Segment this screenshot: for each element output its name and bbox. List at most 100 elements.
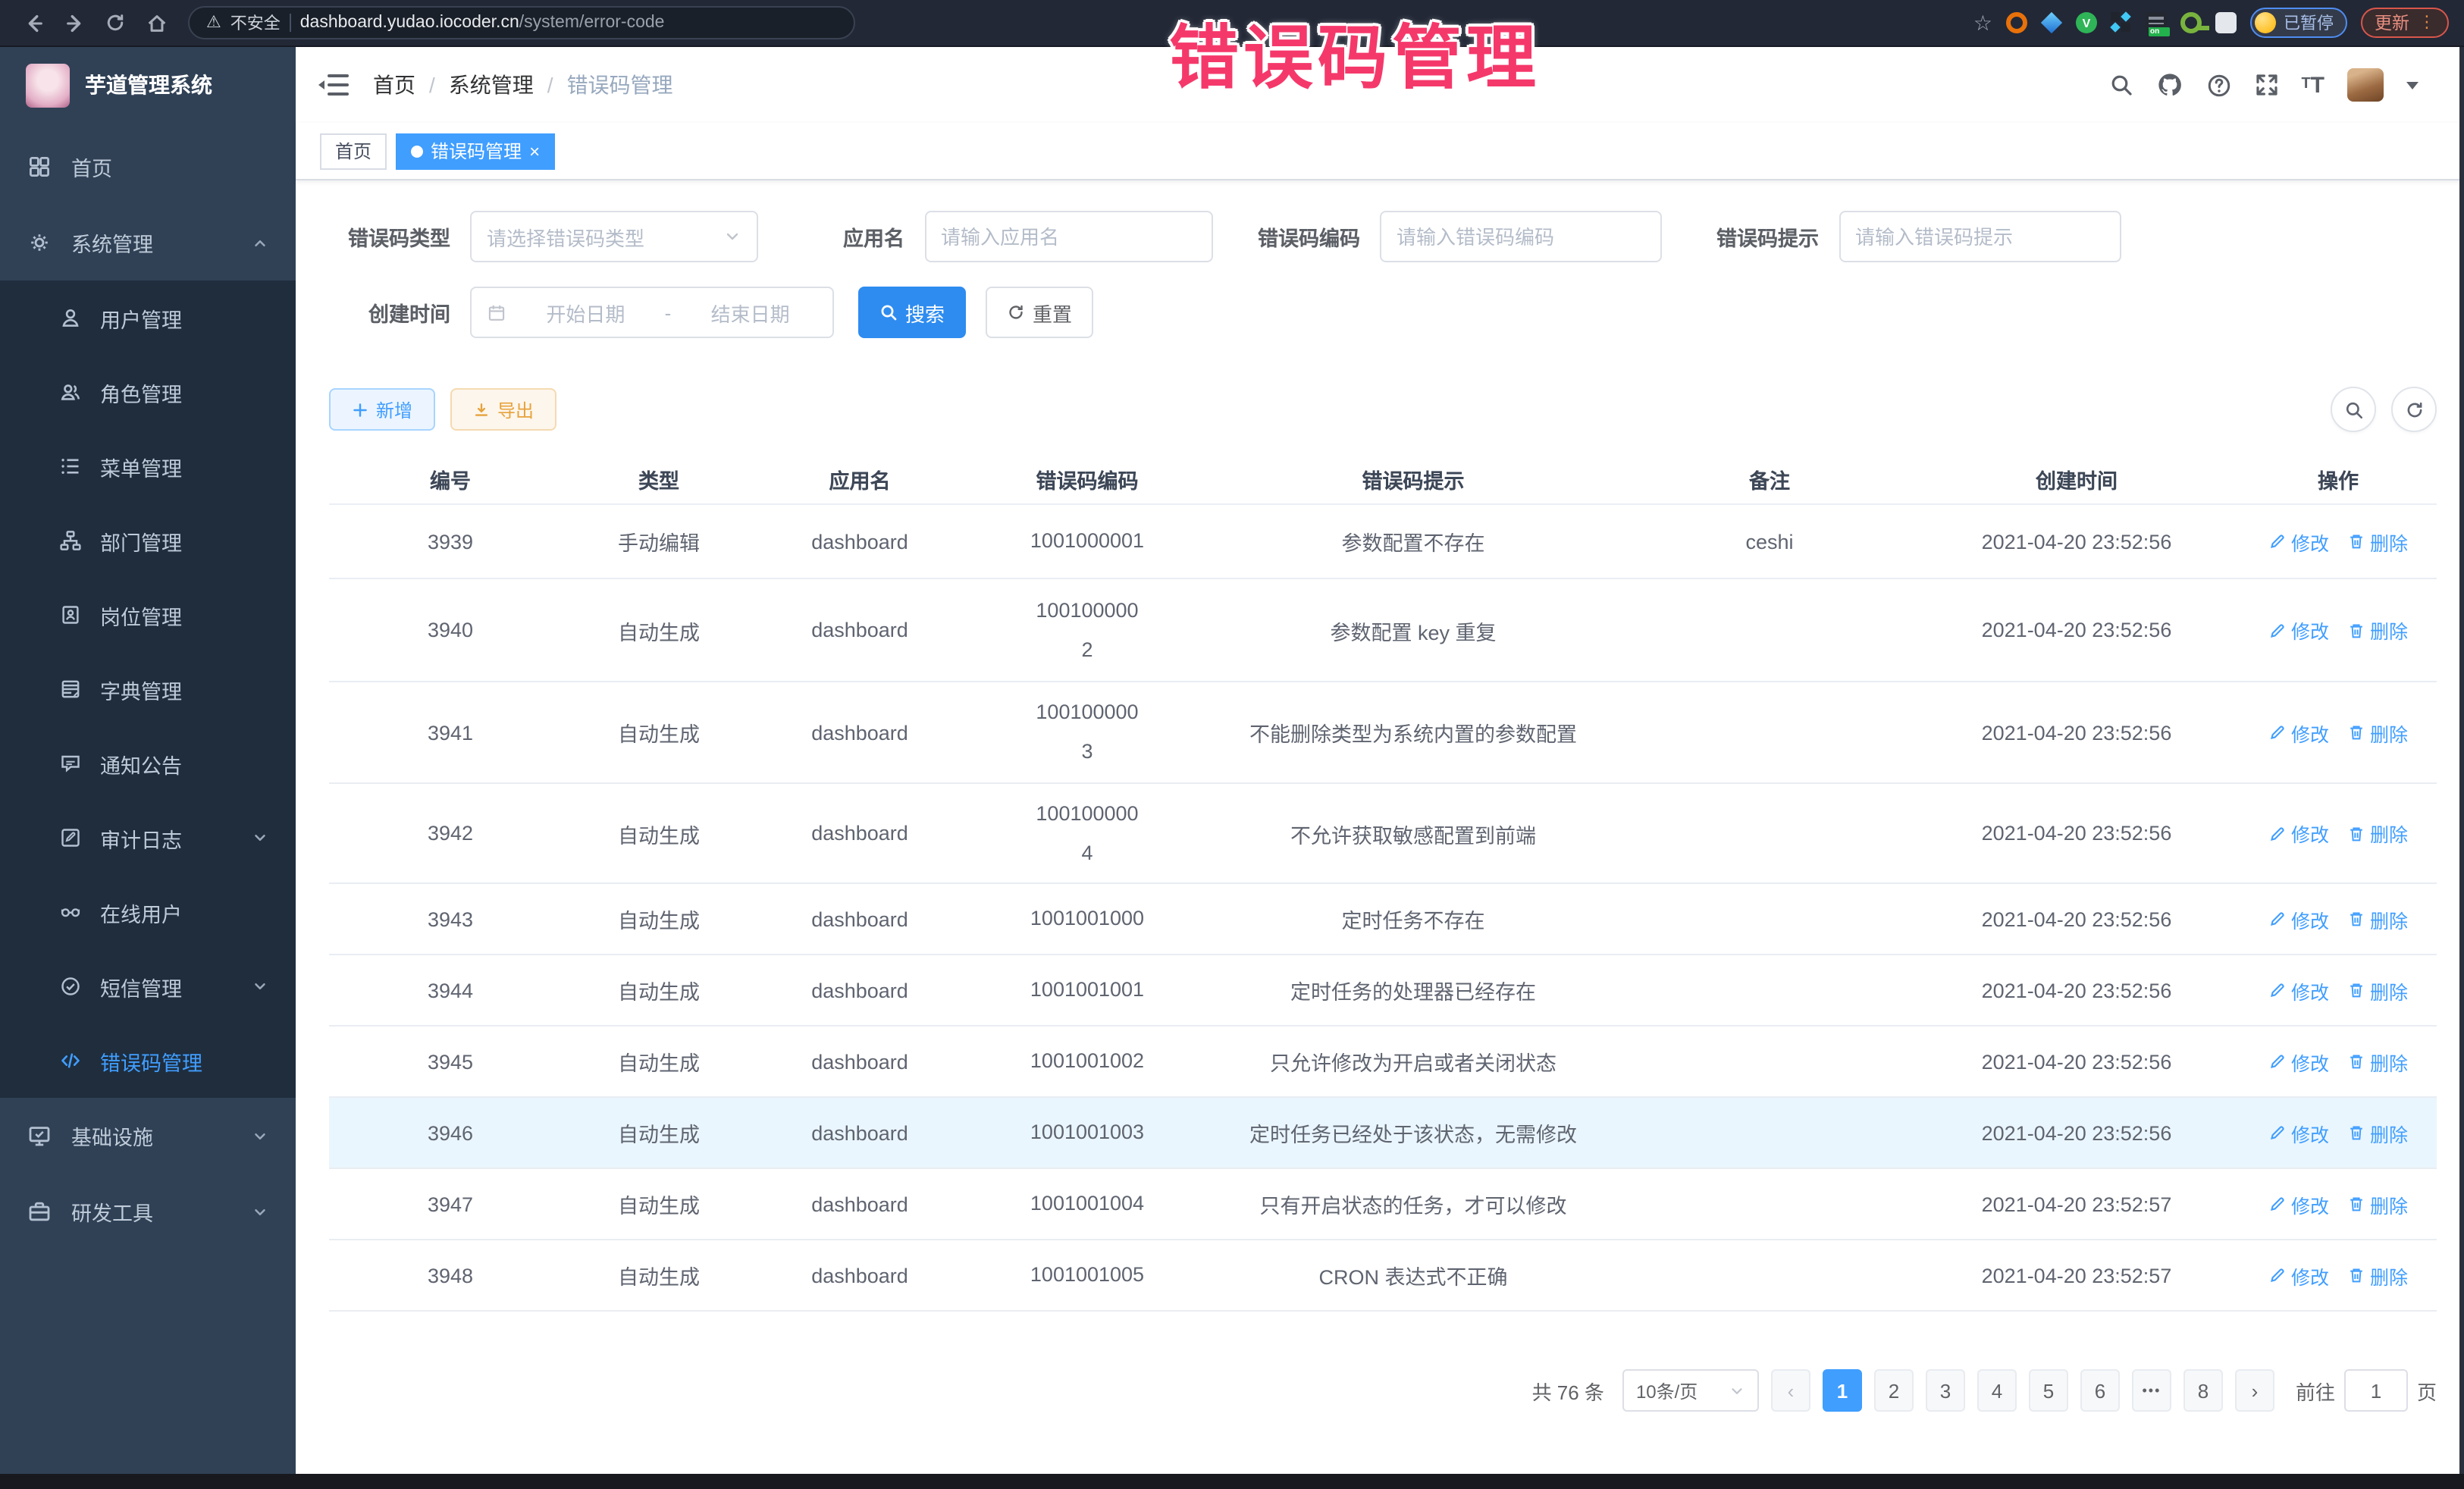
- delete-link[interactable]: 删除: [2347, 976, 2408, 1005]
- app-name-input[interactable]: [924, 211, 1212, 262]
- jump-page-input[interactable]: [2344, 1369, 2408, 1412]
- sidebar-item-infrastructure[interactable]: 基础设施: [0, 1098, 296, 1174]
- edit-link[interactable]: 修改: [2268, 527, 2329, 556]
- sidebar-item-sms[interactable]: 短信管理: [0, 949, 296, 1023]
- github-icon[interactable]: [2155, 71, 2183, 99]
- user-avatar[interactable]: [2347, 68, 2384, 102]
- edit-link[interactable]: 修改: [2268, 1118, 2329, 1147]
- sidebar-item-online-users[interactable]: 在线用户: [0, 875, 296, 949]
- cell-time: 2021-04-20 23:52:56: [1914, 783, 2240, 883]
- page-button-8[interactable]: 8: [2183, 1369, 2223, 1412]
- edit-link[interactable]: 修改: [2268, 616, 2329, 644]
- sidebar-item-users[interactable]: 用户管理: [0, 281, 296, 355]
- page-size-select[interactable]: 10条/页: [1622, 1369, 1759, 1412]
- page-button-6[interactable]: 6: [2080, 1369, 2120, 1412]
- tag-home[interactable]: 首页: [320, 133, 387, 169]
- edit-link[interactable]: 修改: [2268, 976, 2329, 1005]
- reset-button[interactable]: 重置: [986, 287, 1093, 338]
- sidebar-item-roles[interactable]: 角色管理: [0, 355, 296, 429]
- edit-pencil-icon: [2268, 1266, 2287, 1284]
- sidebar-item-notices[interactable]: 通知公告: [0, 726, 296, 801]
- sidebar-item-system[interactable]: 系统管理: [0, 205, 296, 281]
- edit-link[interactable]: 修改: [2268, 1261, 2329, 1290]
- add-button[interactable]: 新增: [329, 388, 435, 431]
- extension-switch-icon[interactable]: on: [2146, 12, 2167, 33]
- show-search-button[interactable]: [2331, 387, 2376, 432]
- page-button-5[interactable]: 5: [2029, 1369, 2068, 1412]
- start-date-placeholder[interactable]: 开始日期: [519, 298, 653, 327]
- page-button-3[interactable]: 3: [1926, 1369, 1965, 1412]
- edit-link[interactable]: 修改: [2268, 904, 2329, 933]
- delete-link[interactable]: 删除: [2347, 527, 2408, 556]
- bookmark-star-icon[interactable]: ☆: [1973, 12, 1992, 33]
- browser-menu-icon[interactable]: ⋮: [2419, 14, 2435, 31]
- sidebar-logo[interactable]: 芋道管理系统: [0, 47, 296, 123]
- refresh-table-button[interactable]: [2391, 387, 2437, 432]
- delete-link[interactable]: 删除: [2347, 1190, 2408, 1218]
- url-text[interactable]: dashboard.yudao.iocoder.cn/system/error-…: [300, 14, 665, 32]
- address-bar[interactable]: ⚠ 不安全 dashboard.yudao.iocoder.cn/system/…: [188, 6, 855, 39]
- extension-gem-icon[interactable]: [2041, 12, 2062, 33]
- delete-link[interactable]: 删除: [2347, 1047, 2408, 1076]
- fullscreen-icon[interactable]: [2254, 73, 2278, 97]
- forward-icon[interactable]: [56, 5, 92, 41]
- edit-link[interactable]: 修改: [2268, 718, 2329, 747]
- home-icon[interactable]: [138, 5, 174, 41]
- table-row: 3939手动编辑dashboard1001000001参数配置不存在ceshi2…: [329, 504, 2437, 578]
- delete-link[interactable]: 删除: [2347, 1118, 2408, 1147]
- delete-link[interactable]: 删除: [2347, 904, 2408, 933]
- page-button-1[interactable]: 1: [1823, 1369, 1862, 1412]
- breadcrumb-home[interactable]: 首页: [373, 70, 415, 100]
- edit-link[interactable]: 修改: [2268, 1047, 2329, 1076]
- date-range-picker[interactable]: 开始日期 - 结束日期: [470, 287, 834, 338]
- export-button[interactable]: 导出: [450, 388, 556, 431]
- page-button-2[interactable]: 2: [1874, 1369, 1914, 1412]
- delete-link[interactable]: 删除: [2347, 718, 2408, 747]
- extension-v-icon[interactable]: V: [2076, 12, 2097, 33]
- edit-link[interactable]: 修改: [2268, 1190, 2329, 1218]
- cell-code: 1001001001: [973, 955, 1201, 1026]
- cell-code: 100100000 2: [973, 578, 1201, 682]
- browser-profile-chip[interactable]: 已暂停: [2250, 8, 2347, 38]
- breadcrumb-system[interactable]: 系统管理: [449, 70, 534, 100]
- not-secure-label[interactable]: 不安全: [230, 11, 281, 35]
- extension-key-icon[interactable]: [2180, 12, 2202, 33]
- edit-link[interactable]: 修改: [2268, 819, 2329, 848]
- caret-down-icon[interactable]: [2406, 81, 2419, 89]
- delete-link[interactable]: 删除: [2347, 616, 2408, 644]
- sidebar-item-dictionary[interactable]: 字典管理: [0, 652, 296, 726]
- font-size-icon[interactable]: TT: [2301, 74, 2324, 96]
- search-button[interactable]: 搜索: [858, 287, 966, 338]
- sidebar-toggle-icon[interactable]: [323, 74, 349, 96]
- close-icon[interactable]: ×: [529, 142, 540, 160]
- delete-link[interactable]: 删除: [2347, 819, 2408, 848]
- prev-page-button[interactable]: ‹: [1771, 1369, 1810, 1412]
- trash-icon: [2347, 1052, 2365, 1071]
- sidebar-item-dev-tools[interactable]: 研发工具: [0, 1174, 296, 1249]
- trash-icon: [2347, 723, 2365, 741]
- sidebar-item-home[interactable]: 首页: [0, 129, 296, 205]
- extension-grid-icon[interactable]: [2111, 12, 2132, 33]
- tag-error-codes[interactable]: 错误码管理 ×: [396, 133, 555, 169]
- reload-icon[interactable]: [97, 5, 133, 41]
- next-page-button[interactable]: ›: [2235, 1369, 2274, 1412]
- error-code-input[interactable]: [1380, 211, 1662, 262]
- sidebar-item-departments[interactable]: 部门管理: [0, 503, 296, 578]
- end-date-placeholder[interactable]: 结束日期: [683, 298, 817, 327]
- sidebar-item-error-codes[interactable]: 错误码管理: [0, 1023, 296, 1098]
- back-icon[interactable]: [15, 5, 52, 41]
- sidebar-item-audit-log[interactable]: 审计日志: [0, 801, 296, 875]
- extensions-puzzle-icon[interactable]: [2215, 12, 2237, 33]
- extension-orange-icon[interactable]: [2006, 12, 2027, 33]
- error-message-input[interactable]: [1839, 211, 2121, 262]
- delete-link[interactable]: 删除: [2347, 1261, 2408, 1290]
- error-type-select[interactable]: 请选择错误码类型: [470, 211, 758, 262]
- more-pages-button[interactable]: •••: [2132, 1369, 2171, 1412]
- page-button-4[interactable]: 4: [1977, 1369, 2017, 1412]
- sidebar-item-menus[interactable]: 菜单管理: [0, 429, 296, 503]
- sidebar-item-positions[interactable]: 岗位管理: [0, 578, 296, 652]
- browser-update-chip[interactable]: 更新 ⋮: [2361, 8, 2449, 38]
- search-icon[interactable]: [2108, 73, 2133, 97]
- table-header-row: 编号 类型 应用名 错误码编码 错误码提示 备注 创建时间 操作: [329, 455, 2437, 504]
- help-icon[interactable]: [2205, 72, 2231, 98]
